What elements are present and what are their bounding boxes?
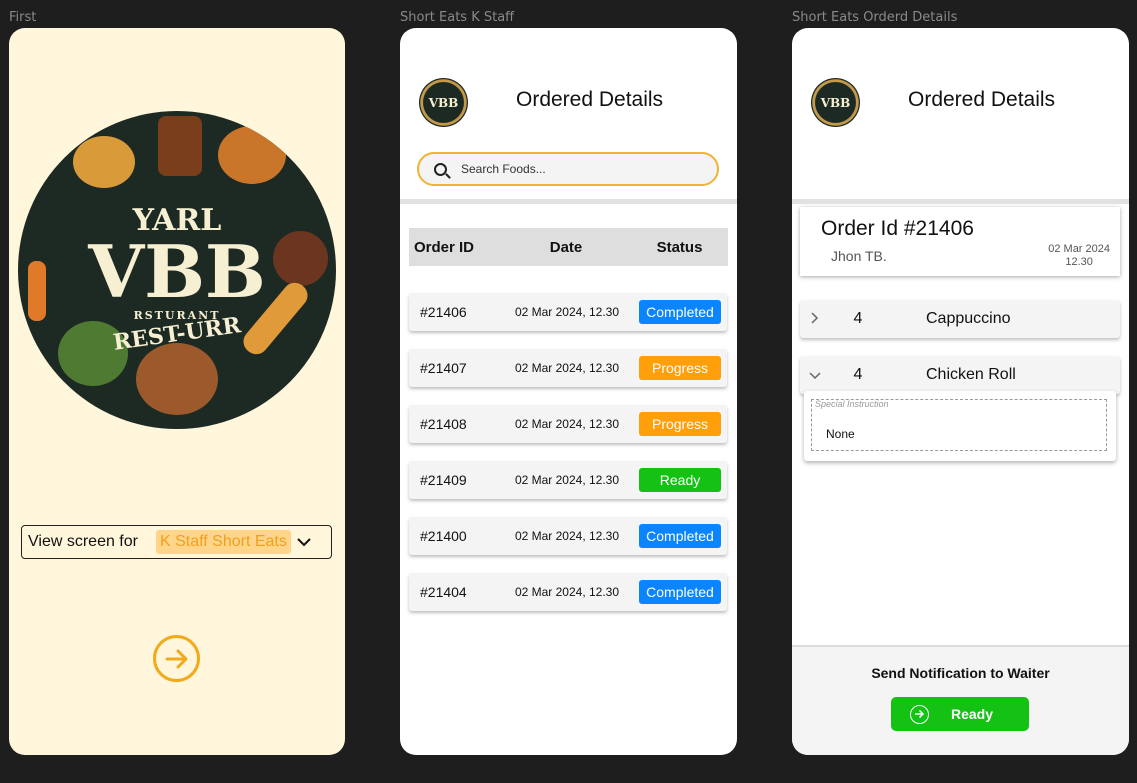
header-logo: VBB [811,78,860,127]
item-quantity: 4 [853,310,863,327]
table-header: Order ID Date Status [409,228,728,266]
date-cell: 02 Mar 2024, 12.30 [514,417,620,431]
order-id-cell: #21400 [420,528,467,544]
order-time: 12.30 [1065,256,1093,268]
date-cell: 02 Mar 2024, 12.30 [514,305,620,319]
column-status: Status [656,238,703,256]
frame-label-details: Short Eats Orderd Details [792,10,958,25]
table-row[interactable]: #21407 02 Mar 2024, 12.30 Progress [409,349,727,387]
page-title: Ordered Details [516,88,664,111]
page-title: Ordered Details [908,88,1056,111]
order-id: Order Id #21406 [821,217,974,240]
notification-footer: Send Notification to Waiter Ready [792,645,1129,755]
date-cell: 02 Mar 2024, 12.30 [514,473,620,487]
divider [400,199,737,204]
order-card: Order Id #21406 Jhon TB. 02 Mar 2024 12.… [800,207,1120,276]
order-item[interactable]: 4 Cappuccino [800,300,1120,338]
status-badge[interactable]: Completed [639,580,721,604]
ready-button-label: Ready [951,706,994,722]
order-id-cell: #21407 [420,360,467,376]
special-instruction-value: None [826,427,855,441]
chevron-right-icon[interactable] [800,311,830,327]
status-badge[interactable]: Completed [639,300,721,324]
table-row[interactable]: #21408 02 Mar 2024, 12.30 Progress [409,405,727,443]
table-row[interactable]: #21404 02 Mar 2024, 12.30 Completed [409,573,727,611]
logo-word-vbb: VBB [88,229,266,314]
special-instruction-panel: Special Instruction None [804,391,1116,461]
staff-screen: VBB Ordered Details Search Foods... Orde… [400,28,737,755]
order-id-cell: #21408 [420,416,467,432]
date-cell: 02 Mar 2024, 12.30 [514,529,620,543]
details-screen: VBB Ordered Details Order Id #21406 Jhon… [792,28,1129,755]
view-screen-select[interactable]: View screen for K Staff Short Eats [21,525,332,559]
column-date: Date [549,238,583,256]
order-id-cell: #21404 [420,584,467,600]
date-cell: 02 Mar 2024, 12.30 [514,585,620,599]
column-order-id: Order ID [414,238,475,256]
arrow-right-icon [165,649,187,668]
search-icon [434,162,447,176]
status-badge[interactable]: Progress [639,356,721,380]
special-instruction-field[interactable]: Special Instruction None [811,399,1107,451]
order-datetime: 02 Mar 2024 12.30 [1048,243,1110,269]
status-badge[interactable]: Completed [639,524,721,548]
restaurant-logo: YARL VBB RSTURANT REST-URR [18,111,336,429]
order-date: 02 Mar 2024 [1048,243,1110,255]
order-id-cell: #21406 [420,304,467,320]
frame-label-staff: Short Eats K Staff [400,10,515,25]
customer-name: Jhon TB. [831,248,887,264]
ready-button[interactable]: Ready [891,697,1029,731]
view-screen-value: K Staff Short Eats [155,530,291,554]
item-quantity: 4 [853,366,863,383]
chevron-down-icon [297,534,311,551]
divider [792,199,1129,204]
notify-title: Send Notification to Waiter [871,665,1050,681]
order-id-cell: #21409 [420,472,467,488]
chevron-down-icon[interactable] [800,368,830,383]
special-instruction-label: Special Instruction [815,399,889,409]
status-badge[interactable]: Ready [639,468,721,492]
order-item[interactable]: 4 Chicken Roll [800,356,1120,394]
header-logo: VBB [419,78,468,127]
table-row[interactable]: #21406 02 Mar 2024, 12.30 Completed [409,293,727,331]
arrow-right-circle-icon [910,704,929,724]
search-input[interactable]: Search Foods... [417,152,719,186]
search-placeholder: Search Foods... [461,162,546,176]
table-row[interactable]: #21409 02 Mar 2024, 12.30 Ready [409,461,727,499]
status-badge[interactable]: Progress [639,412,721,436]
table-row[interactable]: #21400 02 Mar 2024, 12.30 Completed [409,517,727,555]
frame-label-first: First [9,10,37,25]
next-button[interactable] [153,635,200,682]
view-screen-label: View screen for [28,533,138,550]
item-name: Chicken Roll [926,366,1016,383]
item-name: Cappuccino [926,310,1011,327]
first-screen: YARL VBB RSTURANT REST-URR View screen f… [9,28,345,755]
date-cell: 02 Mar 2024, 12.30 [514,361,620,375]
